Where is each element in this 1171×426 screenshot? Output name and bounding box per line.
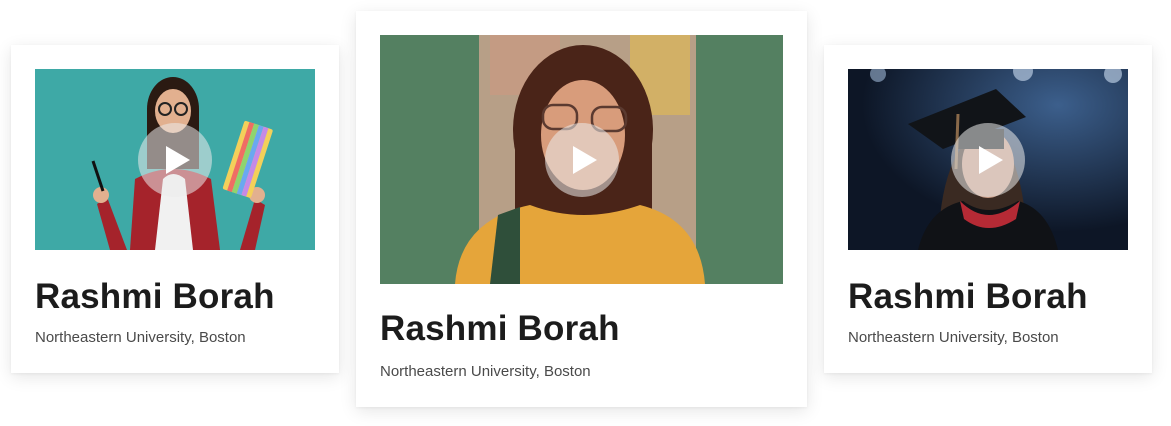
play-button[interactable] (951, 122, 1025, 197)
play-button[interactable] (544, 122, 619, 197)
play-icon (166, 145, 190, 174)
video-thumbnail[interactable] (35, 69, 315, 250)
student-university: Northeastern University, Boston (35, 329, 246, 346)
testimonial-card: Rashmi Borah Northeastern University, Bo… (11, 45, 339, 373)
testimonial-card: Rashmi Borah Northeastern University, Bo… (824, 45, 1152, 373)
testimonial-card: Rashmi Borah Northeastern University, Bo… (356, 11, 807, 407)
student-name: Rashmi Borah (380, 309, 620, 348)
video-thumbnail[interactable] (380, 35, 783, 284)
student-university: Northeastern University, Boston (848, 329, 1059, 346)
video-thumbnail[interactable] (848, 69, 1128, 250)
play-icon (979, 145, 1003, 174)
student-name: Rashmi Borah (848, 277, 1088, 316)
play-icon (572, 145, 597, 174)
student-name: Rashmi Borah (35, 277, 275, 316)
student-university: Northeastern University, Boston (380, 363, 591, 380)
play-button[interactable] (138, 122, 212, 197)
